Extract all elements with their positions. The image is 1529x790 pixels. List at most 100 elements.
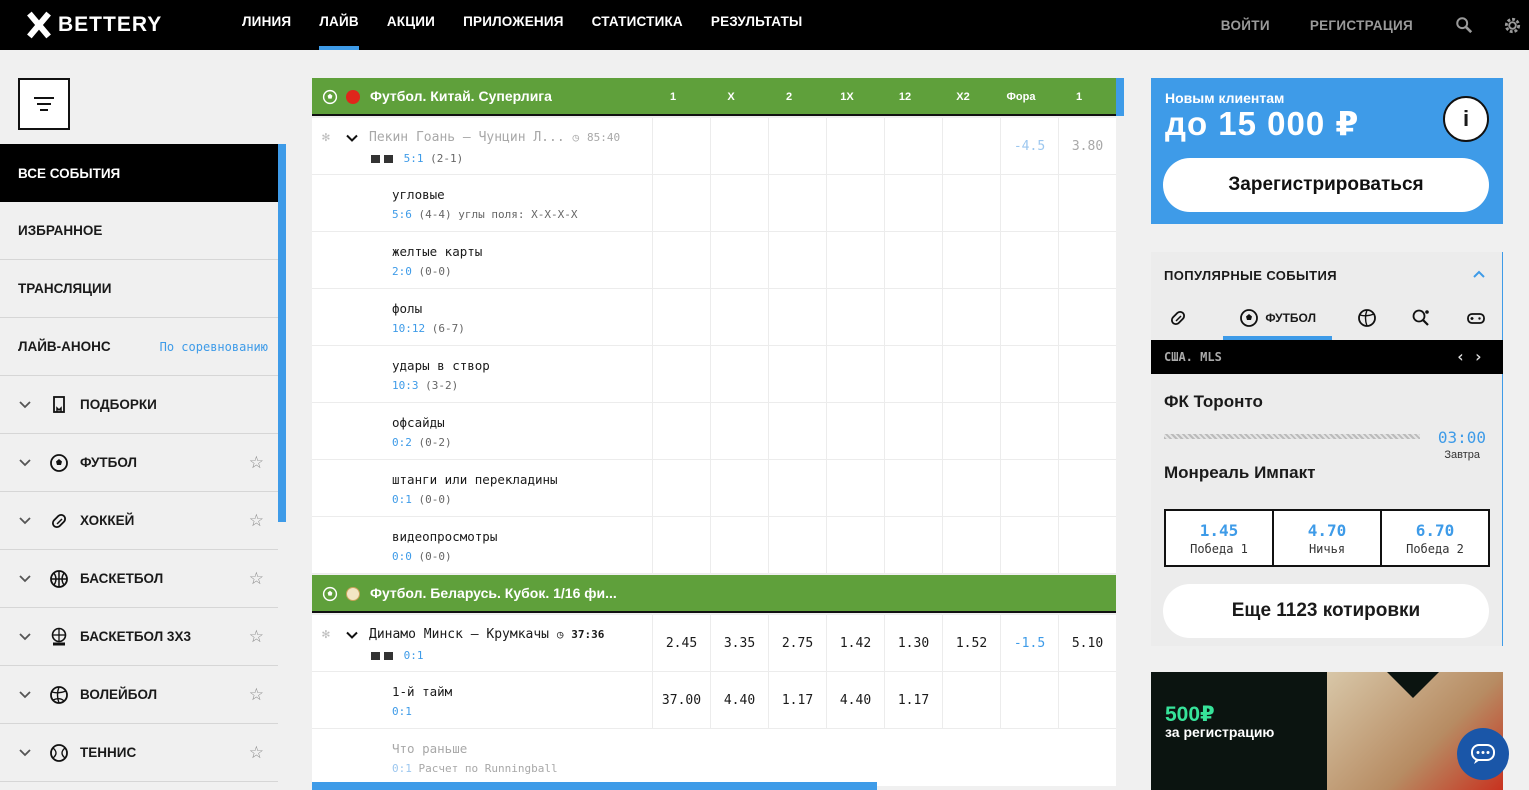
odds-cell[interactable] bbox=[942, 672, 1000, 728]
stats-icon[interactable] bbox=[384, 155, 393, 163]
match-row[interactable]: ✻ Динамо Минск — Крумкачы ◷ 37:36 0:1 2.… bbox=[312, 615, 1116, 672]
star-icon[interactable]: ☆ bbox=[249, 685, 264, 705]
sidebar-item-live-announce[interactable]: ЛАЙВ-АНОНС По соревнованию bbox=[0, 318, 278, 376]
chevron-left-icon[interactable]: ‹ bbox=[1456, 347, 1474, 366]
nav-line[interactable]: ЛИНИЯ bbox=[242, 0, 291, 50]
nav-live[interactable]: ЛАЙВ bbox=[319, 0, 360, 50]
sidebar-sport-collections[interactable]: ПОДБОРКИ bbox=[0, 376, 278, 434]
tab-hockey[interactable] bbox=[1151, 296, 1205, 340]
gear-icon[interactable]: ✻ bbox=[322, 627, 330, 642]
sidebar-sport-basketball[interactable]: БАСКЕТБОЛ ☆ bbox=[0, 550, 278, 608]
odd-draw[interactable]: 4.70 Ничья bbox=[1274, 511, 1382, 565]
sidebar-sport-basketball-3x3[interactable]: БАСКЕТБОЛ 3Х3 ☆ bbox=[0, 608, 278, 666]
chevron-up-icon[interactable] bbox=[1472, 266, 1486, 284]
chevron-down-icon[interactable] bbox=[18, 632, 32, 642]
odds-cell[interactable]: 1.52 bbox=[942, 615, 1000, 671]
sidebar-item-broadcasts[interactable]: ТРАНСЛЯЦИИ bbox=[0, 260, 278, 318]
chevron-down-icon[interactable] bbox=[346, 629, 358, 643]
sidebar-item-all-events[interactable]: ВСЕ СОБЫТИЯ bbox=[0, 144, 278, 202]
odds-cell[interactable] bbox=[1058, 672, 1116, 728]
tab-volleyball[interactable] bbox=[1340, 296, 1394, 340]
tab-table-tennis[interactable] bbox=[1394, 296, 1448, 340]
odds-cell[interactable] bbox=[768, 118, 826, 174]
tab-esports[interactable] bbox=[1449, 296, 1503, 340]
odds-cell[interactable]: 1.30 bbox=[884, 615, 942, 671]
chevron-right-icon[interactable]: › bbox=[1473, 347, 1491, 366]
promo-banner[interactable]: 500₽ за регистрацию bbox=[1151, 672, 1503, 790]
odds-cell[interactable] bbox=[942, 118, 1000, 174]
sidebar-sport-hockey[interactable]: ХОККЕЙ ☆ bbox=[0, 492, 278, 550]
odds-cell[interactable] bbox=[652, 118, 710, 174]
stat-row[interactable]: угловые 5:6 (4-4) углы поля: Х-Х-Х-Х bbox=[312, 175, 1116, 232]
settings-icon[interactable] bbox=[1501, 14, 1523, 36]
chat-button[interactable] bbox=[1457, 728, 1509, 780]
odds-cell[interactable]: 3.80 bbox=[1058, 118, 1116, 174]
logo[interactable]: BETTERY bbox=[24, 10, 162, 40]
odds-cell[interactable]: 5.10 bbox=[1058, 615, 1116, 671]
chevron-down-icon[interactable] bbox=[18, 458, 32, 468]
odds-cell[interactable]: 1.17 bbox=[768, 672, 826, 728]
stat-row[interactable]: удары в створ 10:3 (3-2) bbox=[312, 346, 1116, 403]
odds-cell[interactable]: 2.45 bbox=[652, 615, 710, 671]
search-icon[interactable] bbox=[1453, 14, 1475, 36]
stat-row[interactable]: штанги или перекладины 0:1 (0-0) bbox=[312, 460, 1116, 517]
group-header-china-superleague[interactable]: Футбол. Китай. Суперлига 1 X 2 1X 12 X2 … bbox=[312, 78, 1116, 116]
odds-cell[interactable]: 3.35 bbox=[710, 615, 768, 671]
odd-win2[interactable]: 6.70 Победа 2 bbox=[1382, 511, 1488, 565]
odds-cell[interactable] bbox=[1000, 672, 1058, 728]
match-name[interactable]: Динамо Минск — Крумкачы ◷ 37:36 bbox=[369, 627, 604, 642]
register-link[interactable]: РЕГИСТРАЦИЯ bbox=[1310, 18, 1413, 33]
nav-apps[interactable]: ПРИЛОЖЕНИЯ bbox=[463, 0, 564, 50]
nav-promotions[interactable]: АКЦИИ bbox=[387, 0, 435, 50]
nav-statistics[interactable]: СТАТИСТИКА bbox=[592, 0, 683, 50]
tab-football[interactable]: ФУТБОЛ bbox=[1223, 296, 1332, 340]
info-icon[interactable]: i bbox=[1443, 96, 1489, 142]
video-icon[interactable] bbox=[371, 652, 380, 660]
match-row[interactable]: ✻ Пекин Гоань — Чунцин Л... ◷ 85:40 5:1 … bbox=[312, 118, 1116, 175]
chevron-down-icon[interactable] bbox=[18, 516, 32, 526]
odds-cell[interactable]: 2.75 bbox=[768, 615, 826, 671]
sidebar-sport-tennis[interactable]: ТЕННИС ☆ bbox=[0, 724, 278, 782]
handicap-cell[interactable]: -4.5 bbox=[1000, 118, 1058, 174]
handicap-cell[interactable]: -1.5 bbox=[1000, 615, 1058, 671]
sidebar-sport-football[interactable]: ФУТБОЛ ☆ bbox=[0, 434, 278, 492]
sidebar-item-favorites[interactable]: ИЗБРАННОЕ bbox=[0, 202, 278, 260]
video-icon[interactable] bbox=[371, 155, 380, 163]
odds-cell[interactable]: 1.42 bbox=[826, 615, 884, 671]
stat-row[interactable]: офсайды 0:2 (0-2) bbox=[312, 403, 1116, 460]
chevron-down-icon[interactable] bbox=[18, 690, 32, 700]
odds-cell[interactable]: 1.17 bbox=[884, 672, 942, 728]
star-icon[interactable]: ☆ bbox=[249, 511, 264, 531]
odds-cell[interactable] bbox=[884, 118, 942, 174]
horizontal-scrollbar[interactable] bbox=[312, 782, 877, 790]
star-icon[interactable]: ☆ bbox=[249, 453, 264, 473]
sidebar-scrollbar[interactable] bbox=[278, 144, 286, 522]
odd-win1[interactable]: 1.45 Победа 1 bbox=[1166, 511, 1274, 565]
chevron-down-icon[interactable] bbox=[346, 132, 358, 146]
odds-cell[interactable]: 37.00 bbox=[652, 672, 710, 728]
half-row[interactable]: 1-й тайм 0:1 37.00 4.40 1.17 4.40 1.17 bbox=[312, 672, 1116, 729]
chevron-down-icon[interactable] bbox=[18, 400, 32, 410]
gear-icon[interactable]: ✻ bbox=[322, 130, 330, 145]
filter-button[interactable] bbox=[18, 78, 70, 130]
login-link[interactable]: ВОЙТИ bbox=[1221, 18, 1270, 33]
by-competition-link[interactable]: По соревнованию bbox=[160, 340, 268, 354]
stat-row[interactable]: видеопросмотры 0:0 (0-0) bbox=[312, 517, 1116, 574]
register-button[interactable]: Зарегистрироваться bbox=[1163, 158, 1489, 212]
star-icon[interactable]: ☆ bbox=[249, 743, 264, 763]
nav-results[interactable]: РЕЗУЛЬТАТЫ bbox=[711, 0, 803, 50]
sidebar-sport-volleyball[interactable]: ВОЛЕЙБОЛ ☆ bbox=[0, 666, 278, 724]
odds-cell[interactable] bbox=[710, 118, 768, 174]
odds-cell[interactable]: 4.40 bbox=[710, 672, 768, 728]
chevron-down-icon[interactable] bbox=[18, 574, 32, 584]
star-icon[interactable]: ☆ bbox=[249, 569, 264, 589]
match-name[interactable]: Пекин Гоань — Чунцин Л... ◷ 85:40 bbox=[369, 130, 620, 145]
odds-cell[interactable] bbox=[826, 118, 884, 174]
team-away[interactable]: Монреаль Импакт bbox=[1164, 463, 1315, 483]
extra-row[interactable]: Что раньше 0:1 Расчет по Runningball bbox=[312, 729, 1116, 786]
more-odds-button[interactable]: Еще 1123 котировки bbox=[1163, 584, 1489, 638]
chevron-down-icon[interactable] bbox=[18, 748, 32, 758]
stat-row[interactable]: фолы 10:12 (6-7) bbox=[312, 289, 1116, 346]
odds-cell[interactable]: 4.40 bbox=[826, 672, 884, 728]
stats-icon[interactable] bbox=[384, 652, 393, 660]
